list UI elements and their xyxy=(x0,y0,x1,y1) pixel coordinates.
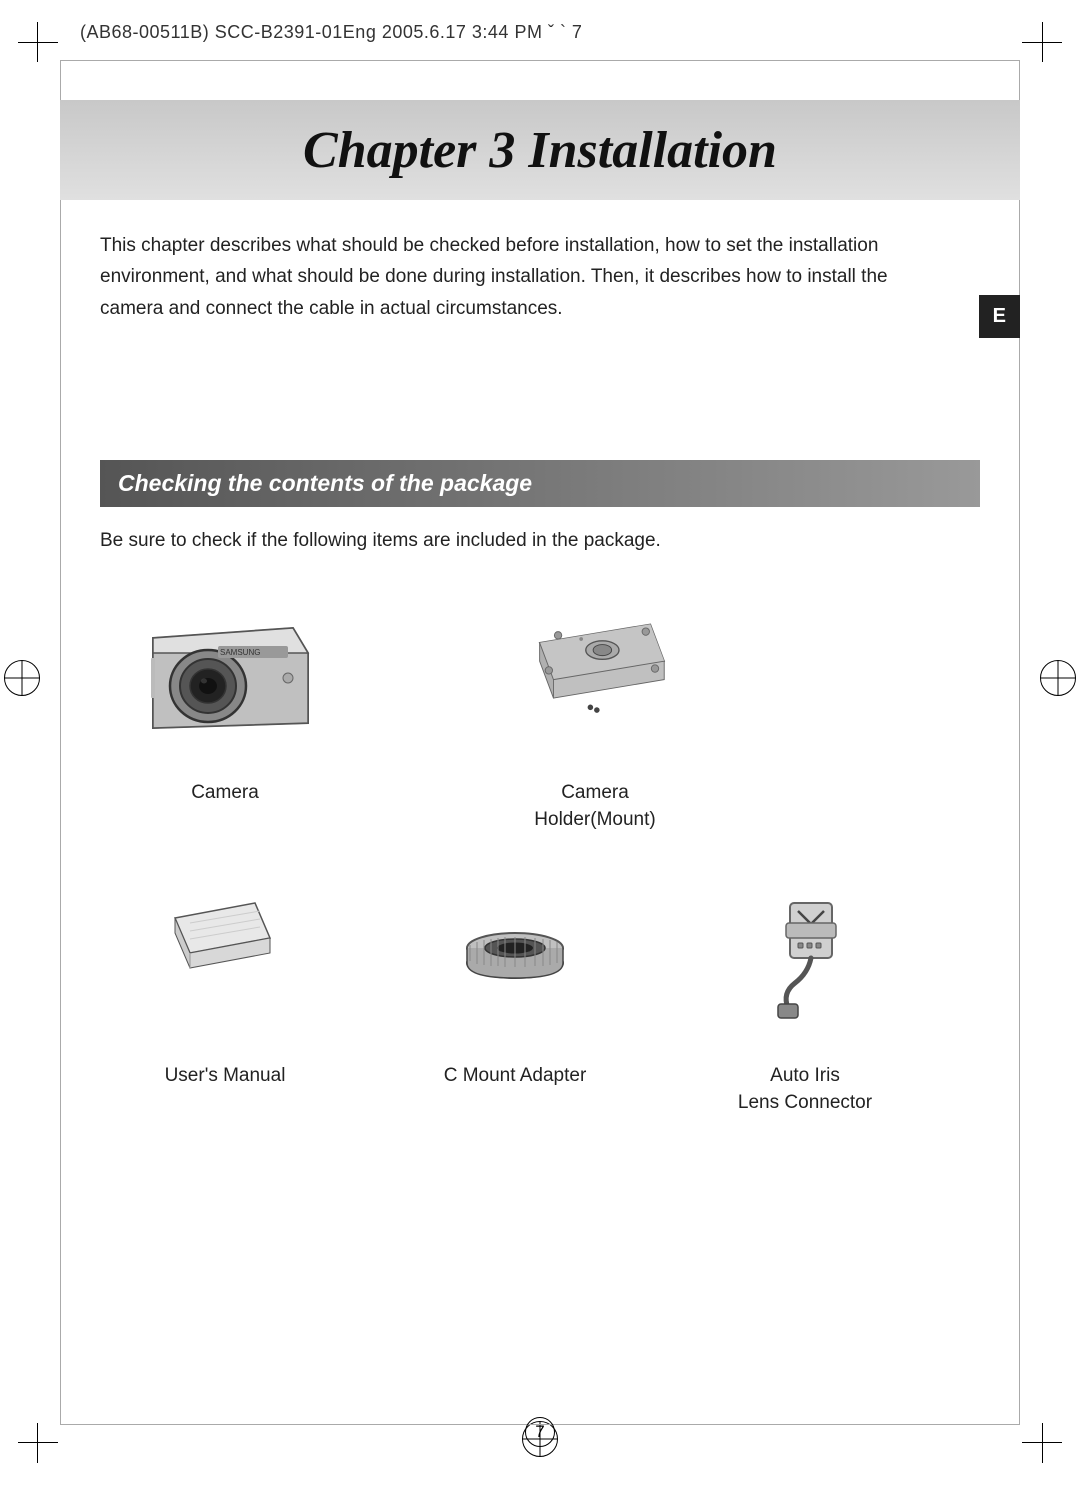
item-c-mount: C Mount Adapter xyxy=(370,863,660,1116)
items-row-2: User's Manual xyxy=(80,863,1000,1116)
item-manual: User's Manual xyxy=(80,863,370,1116)
crop-mark-tr-v xyxy=(1042,22,1043,62)
reg-circle-right xyxy=(1040,660,1076,696)
mount-label: Camera Holder(Mount) xyxy=(534,780,655,833)
reg-circle-left xyxy=(4,660,40,696)
item-connector: Auto Iris Lens Connector xyxy=(660,863,950,1116)
chapter-title: Chapter 3 Installation xyxy=(303,121,777,180)
section-heading-text: Checking the contents of the package xyxy=(118,470,532,496)
svg-text:SAMSUNG: SAMSUNG xyxy=(220,648,260,657)
manual-icon-area xyxy=(125,863,325,1053)
section-heading: Checking the contents of the package xyxy=(100,460,980,507)
crop-mark-bl-h xyxy=(18,1442,58,1443)
border-left xyxy=(60,60,61,1425)
crop-mark-tl-v xyxy=(37,22,38,62)
header-text: (AB68-00511B) SCC-B2391-01Eng 2005.6.17 … xyxy=(80,22,582,43)
item-camera-mount: Camera Holder(Mount) xyxy=(450,580,740,833)
chapter-band: Chapter 3 Installation xyxy=(60,100,1020,200)
crop-mark-br-v xyxy=(1042,1423,1043,1463)
c-mount-label: C Mount Adapter xyxy=(444,1063,587,1090)
crop-mark-bl-v xyxy=(37,1423,38,1463)
border-top xyxy=(60,60,1020,61)
items-grid: SAMSUNG Camera xyxy=(80,580,1000,1136)
e-badge: E xyxy=(979,295,1020,338)
camera-label: Camera xyxy=(191,780,259,807)
border-right xyxy=(1019,60,1020,1425)
manual-icon xyxy=(160,893,290,1023)
camera-icon: SAMSUNG xyxy=(133,598,318,753)
page-number: 7 xyxy=(525,1417,555,1447)
section-heading-bar: Checking the contents of the package xyxy=(100,460,980,507)
connector-icon xyxy=(740,888,870,1028)
connector-icon-area xyxy=(705,863,905,1053)
items-row-1: SAMSUNG Camera xyxy=(80,580,1000,833)
manual-label: User's Manual xyxy=(165,1063,286,1090)
mount-icon-area xyxy=(495,580,695,770)
lens-icon-area xyxy=(415,863,615,1053)
camera-icon-area: SAMSUNG xyxy=(125,580,325,770)
crop-mark-tl-h xyxy=(18,42,58,43)
connector-label: Auto Iris Lens Connector xyxy=(738,1063,872,1116)
intro-text: This chapter describes what should be ch… xyxy=(100,230,940,324)
item-camera: SAMSUNG Camera xyxy=(80,580,370,833)
lens-adapter-icon xyxy=(450,893,580,1023)
package-subtext: Be sure to check if the following items … xyxy=(100,530,661,552)
mount-icon xyxy=(520,615,670,735)
